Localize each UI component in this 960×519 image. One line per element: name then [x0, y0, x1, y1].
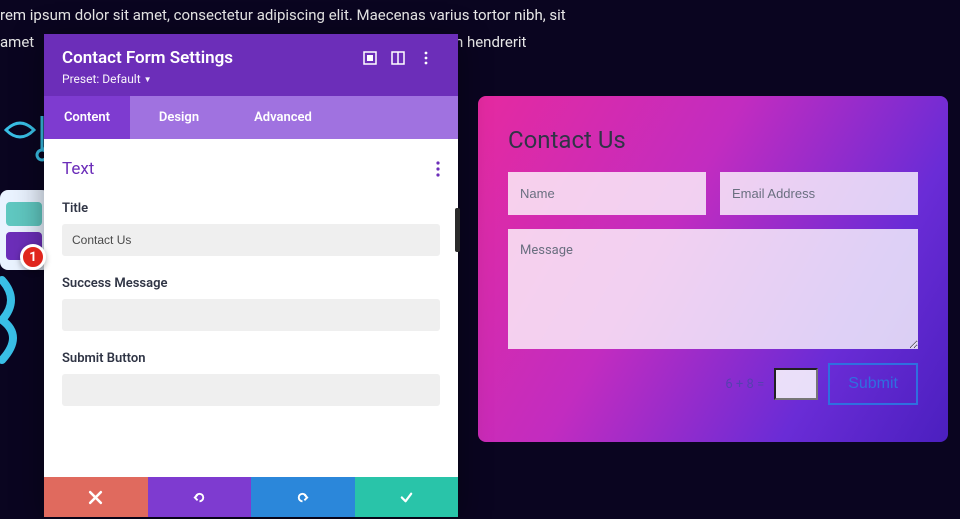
email-input[interactable] [720, 172, 918, 215]
save-button[interactable] [355, 477, 459, 517]
captcha-input[interactable] [774, 368, 818, 400]
panel-body: Text Title Success Message Submit Button [44, 139, 458, 477]
tab-advanced[interactable]: Advanced [228, 96, 338, 139]
expand-icon[interactable] [356, 51, 384, 65]
settings-panel: Contact Form Settings Preset: Default▼ C… [44, 34, 458, 517]
submit-field-input[interactable] [62, 374, 440, 406]
redo-button[interactable] [251, 477, 355, 517]
section-options-icon[interactable] [436, 161, 440, 177]
more-icon[interactable] [412, 51, 440, 65]
title-field-label: Title [62, 201, 440, 216]
panel-footer [44, 477, 458, 517]
success-field-input[interactable] [62, 299, 440, 331]
name-input[interactable] [508, 172, 706, 215]
annotation-badge-1: 1 [20, 244, 46, 270]
snap-icon[interactable] [384, 51, 412, 65]
panel-header[interactable]: Contact Form Settings Preset: Default▼ [44, 34, 458, 96]
submit-field-label: Submit Button [62, 351, 440, 366]
panel-tabs: Content Design Advanced [44, 96, 458, 139]
success-field-label: Success Message [62, 276, 440, 291]
preset-label: Preset: Default [62, 72, 141, 86]
form-title: Contact Us [508, 126, 918, 154]
bg-line-2a: amet [0, 33, 34, 51]
cancel-button[interactable] [44, 477, 148, 517]
captcha-label: 6 + 8 = [725, 377, 764, 392]
section-title[interactable]: Text [62, 159, 436, 179]
title-field-input[interactable] [62, 224, 440, 256]
tab-design[interactable]: Design [130, 96, 228, 139]
preset-selector[interactable]: Preset: Default▼ [62, 72, 440, 86]
scrollbar-thumb[interactable] [455, 208, 460, 252]
undo-button[interactable] [148, 477, 252, 517]
bg-line-1: rem ipsum dolor sit amet, consectetur ad… [0, 6, 566, 24]
submit-button[interactable]: Submit [828, 363, 918, 405]
message-input[interactable] [508, 229, 918, 349]
panel-title: Contact Form Settings [62, 48, 356, 68]
contact-form-preview: Contact Us 6 + 8 = Submit [478, 96, 948, 442]
tab-content[interactable]: Content [44, 96, 130, 139]
